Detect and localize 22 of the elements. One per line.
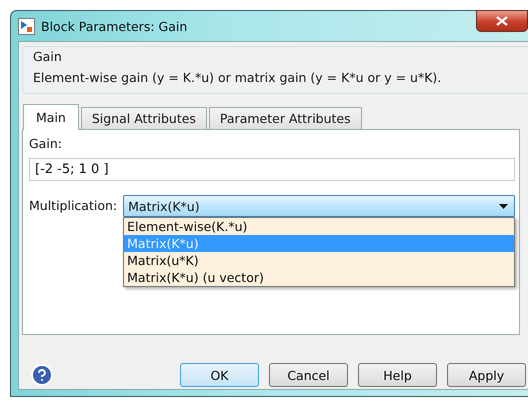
multiplication-dropdown[interactable]: Matrix(K*u) bbox=[123, 195, 516, 217]
tab[interactable]: Parameter Attributes bbox=[208, 107, 362, 130]
multiplication-label: Multiplication: bbox=[29, 198, 118, 213]
gain-label: Gain: bbox=[29, 136, 63, 151]
group-title: Gain bbox=[33, 49, 63, 64]
caret-icon bbox=[499, 204, 508, 208]
tab[interactable]: Signal Attributes bbox=[80, 107, 207, 130]
description-text: Element-wise gain (y = K.*u) or matrix gain (y = K*u or y = u*K). bbox=[33, 70, 442, 85]
block-icon bbox=[18, 18, 35, 34]
dropdown-option[interactable]: Element-wise(K.*u) bbox=[124, 218, 514, 235]
close-icon bbox=[496, 16, 508, 26]
dialog-button[interactable]: Cancel bbox=[269, 363, 348, 387]
dialog-button[interactable]: OK bbox=[180, 363, 259, 387]
dropdown-option[interactable]: Matrix(K*u) (u vector) bbox=[124, 269, 514, 286]
dialog-button[interactable]: Help bbox=[358, 363, 437, 387]
dialog-button[interactable]: Apply bbox=[447, 363, 526, 387]
gain-input[interactable]: [-2 -5; 1 0 ] bbox=[29, 158, 515, 181]
dropdown-option[interactable]: Matrix(u*K) bbox=[124, 252, 514, 269]
window-title: Block Parameters: Gain bbox=[41, 18, 188, 34]
tab[interactable]: Main bbox=[23, 104, 79, 130]
close-button[interactable] bbox=[476, 10, 528, 32]
help-icon[interactable] bbox=[30, 363, 54, 387]
